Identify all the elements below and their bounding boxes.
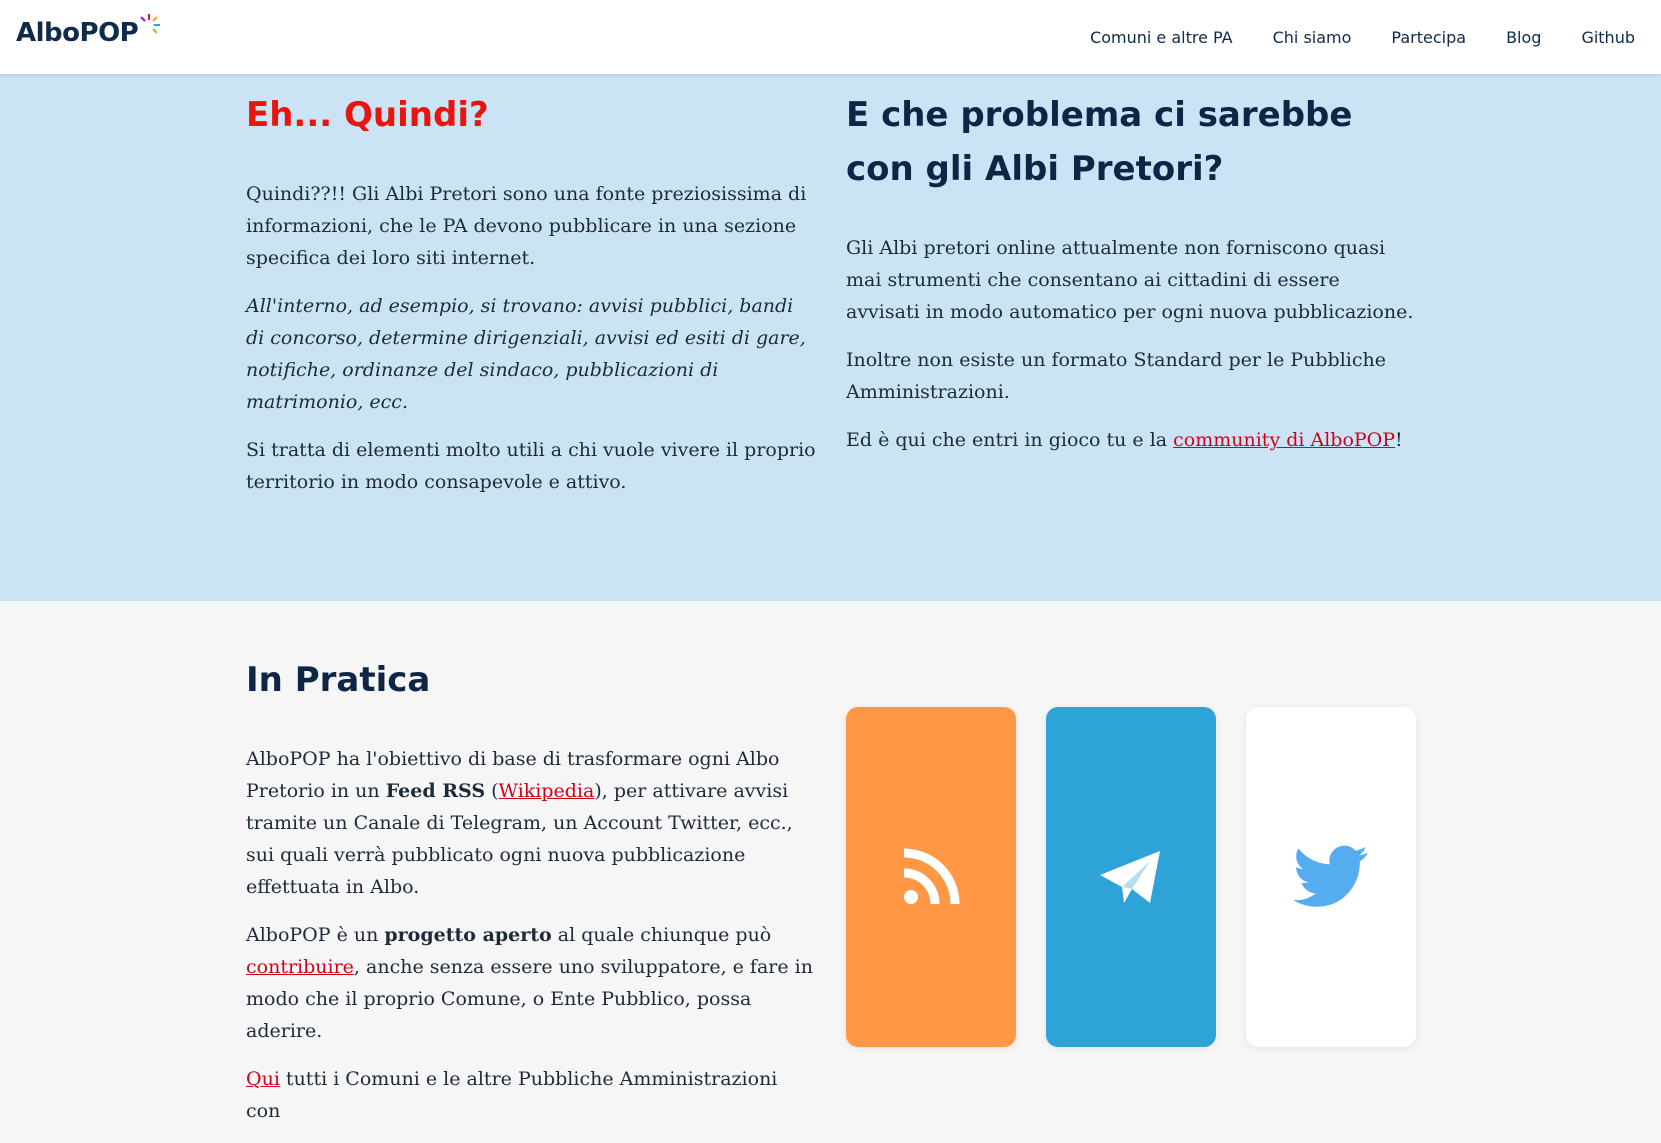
quindi-title: Eh... Quindi? — [246, 95, 489, 135]
sparkle-icon — [140, 14, 160, 34]
nav-comuni[interactable]: Comuni e altre PA — [1090, 28, 1233, 47]
nav-blog[interactable]: Blog — [1506, 28, 1541, 47]
twitter-icon — [1293, 845, 1368, 907]
quindi-column: Eh... Quindi? Quindi??!! Gli Albi Pretor… — [246, 88, 816, 514]
problema-paragraph-3: Ed è qui che entri in gioco tu e la comm… — [846, 429, 1403, 451]
intro-section: Eh... Quindi? Quindi??!! Gli Albi Pretor… — [0, 74, 1661, 601]
in-pratica-paragraph-2: AlboPOP è un progetto aperto al quale ch… — [246, 924, 813, 1042]
telegram-card[interactable] — [1046, 707, 1216, 1047]
community-link[interactable]: community di AlboPOP — [1173, 429, 1395, 451]
in-pratica-paragraph-1: AlboPOP ha l'obiettivo di base di trasfo… — [246, 748, 793, 898]
in-pratica-paragraph-3: Qui tutti i Comuni e le altre Pubbliche … — [246, 1068, 778, 1122]
quindi-paragraph-1: Quindi??!! Gli Albi Pretori sono una fon… — [246, 183, 807, 269]
main-nav: Comuni e altre PA Chi siamo Partecipa Bl… — [1090, 0, 1635, 74]
top-navbar: AlboPOP Comuni e altre PA Chi siamo Part… — [0, 0, 1661, 74]
rss-icon — [903, 848, 960, 905]
nav-partecipa[interactable]: Partecipa — [1391, 28, 1466, 47]
nav-chi-siamo[interactable]: Chi siamo — [1273, 28, 1352, 47]
wikipedia-link[interactable]: Wikipedia — [499, 780, 595, 802]
problema-title: E che problema ci sarebbe con gli Albi P… — [846, 95, 1353, 189]
quindi-paragraph-2: All'interno, ad esempio, si trovano: avv… — [246, 295, 806, 413]
quindi-paragraph-3: Si tratta di elementi molto utili a chi … — [246, 439, 816, 493]
nav-github[interactable]: Github — [1581, 28, 1635, 47]
telegram-icon — [1100, 851, 1160, 903]
problema-column: E che problema ci sarebbe con gli Albi P… — [846, 88, 1416, 472]
rss-card[interactable] — [846, 707, 1016, 1047]
problema-paragraph-2: Inoltre non esiste un formato Standard p… — [846, 349, 1386, 403]
qui-link[interactable]: Qui — [246, 1068, 280, 1090]
site-logo[interactable]: AlboPOP — [16, 18, 139, 48]
problema-paragraph-1: Gli Albi pretori online attualmente non … — [846, 237, 1414, 323]
twitter-card[interactable] — [1246, 707, 1416, 1047]
channel-cards — [846, 707, 1416, 1047]
contribuire-link[interactable]: contribuire — [246, 956, 354, 978]
in-pratica-column: In Pratica AlboPOP ha l'obiettivo di bas… — [246, 653, 816, 1143]
in-pratica-title: In Pratica — [246, 660, 431, 700]
